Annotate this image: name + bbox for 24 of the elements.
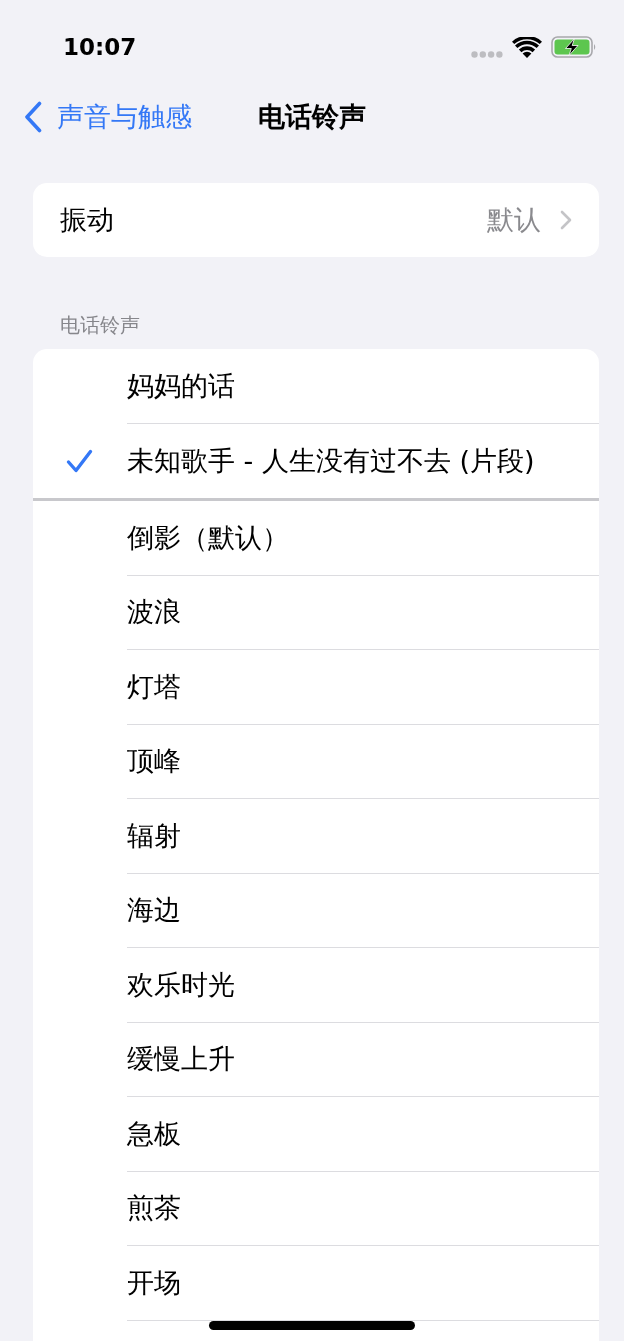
ringtone-option[interactable]: 急板 xyxy=(33,1097,599,1172)
wifi-icon xyxy=(512,36,542,58)
ringtone-option[interactable]: 妈妈的话 xyxy=(33,349,599,424)
ringtone-option[interactable]: 灯塔 xyxy=(33,650,599,725)
back-button[interactable]: 声音与触感 xyxy=(20,97,196,137)
ringtone-option[interactable]: 开场 xyxy=(33,1246,599,1321)
ringtone-option[interactable]: 倒影（默认） xyxy=(33,501,599,576)
nav-title: 电话铃声 xyxy=(258,100,366,134)
chevron-right-icon xyxy=(560,210,572,230)
ringtone-option[interactable]: 欢乐时光 xyxy=(33,948,599,1023)
ringtone-option[interactable]: 煎茶 xyxy=(33,1171,599,1246)
vibration-row[interactable]: 振动 默认 xyxy=(33,183,599,257)
ringtone-option[interactable]: 顶峰 xyxy=(33,724,599,799)
ringtone-option[interactable]: 未知歌手 - 人生没有过不去 (片段) xyxy=(33,423,599,498)
signal-dots-icon xyxy=(471,50,503,58)
status-time: 10:07 xyxy=(63,34,137,60)
vibration-label: 振动 xyxy=(60,203,114,237)
back-chevron-icon xyxy=(24,101,42,133)
ringtone-option[interactable]: 海边 xyxy=(33,873,599,948)
ringtone-option[interactable]: 辐射 xyxy=(33,799,599,874)
ringtone-option[interactable]: 波浪 xyxy=(33,575,599,650)
section-header: 电话铃声 xyxy=(59,313,140,337)
ringtone-option[interactable]: 缓慢上升 xyxy=(33,1022,599,1097)
vibration-value: 默认 xyxy=(487,203,541,237)
